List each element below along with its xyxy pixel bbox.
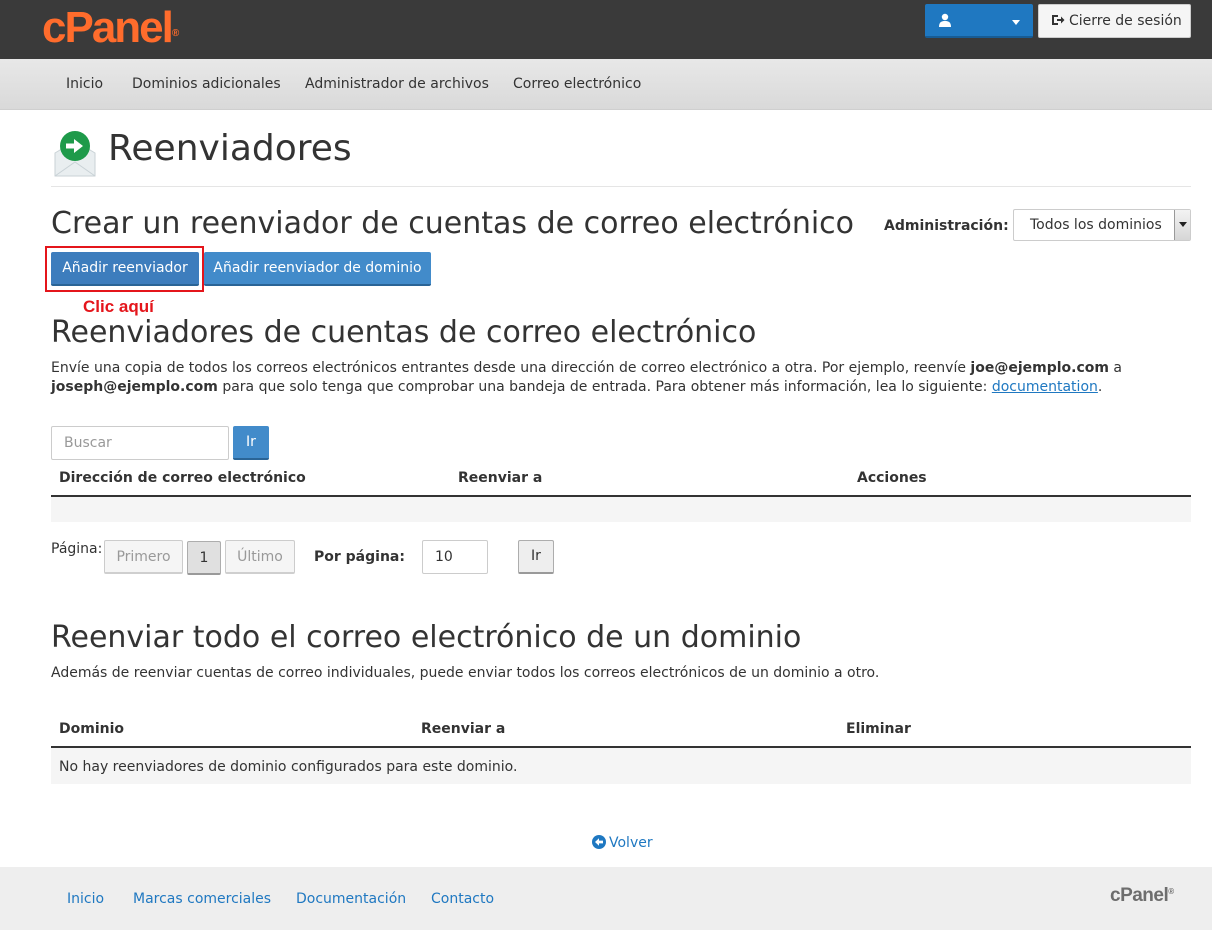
back-link[interactable]: Volver bbox=[592, 835, 653, 851]
last-page-button[interactable]: Último bbox=[225, 540, 295, 574]
logout-icon bbox=[1052, 15, 1065, 25]
add-forwarder-button[interactable]: Añadir reenviador bbox=[51, 252, 199, 286]
add-domain-forwarder-button[interactable]: Añadir reenviador de dominio bbox=[204, 252, 431, 286]
column-header-actions: Acciones bbox=[857, 470, 927, 486]
column-header-domain-forward-to[interactable]: Reenviar a bbox=[421, 721, 505, 737]
documentation-link[interactable]: documentation bbox=[992, 379, 1098, 395]
footer: Inicio Marcas comerciales Documentación … bbox=[0, 867, 1212, 930]
footer-logo-mark: ® bbox=[1168, 887, 1174, 896]
footer-link-marcas[interactable]: Marcas comerciales bbox=[133, 891, 271, 907]
desc-text-3: para que solo tenga que comprobar una ba… bbox=[217, 379, 992, 395]
nav-item-correo-electronico[interactable]: Correo electrónico bbox=[513, 76, 641, 92]
nav-item-inicio[interactable]: Inicio bbox=[66, 76, 103, 92]
column-header-forward-to[interactable]: Reenviar a bbox=[458, 470, 542, 486]
column-header-email[interactable]: Dirección de correo electrónico bbox=[59, 470, 306, 486]
domain-forwarders-heading: Reenviar todo el correo electrónico de u… bbox=[51, 620, 802, 655]
footer-link-documentacion[interactable]: Documentación bbox=[296, 891, 406, 907]
current-page-button[interactable]: 1 bbox=[187, 541, 221, 575]
page-title: Reenviadores bbox=[108, 128, 352, 169]
empty-domain-forwarders-message: No hay reenviadores de dominio configura… bbox=[59, 759, 518, 775]
desc-email-1: joe@ejemplo.com bbox=[970, 360, 1109, 376]
back-label: Volver bbox=[609, 835, 653, 851]
account-forwarders-description: Envíe una copia de todos los correos ele… bbox=[51, 359, 1191, 397]
title-divider bbox=[51, 186, 1191, 187]
table-row bbox=[51, 497, 1191, 522]
footer-cpanel-logo: cPanel® bbox=[1110, 885, 1174, 907]
logo-mark: ® bbox=[171, 28, 180, 39]
column-header-delete: Eliminar bbox=[846, 721, 911, 737]
column-header-domain[interactable]: Dominio bbox=[59, 721, 124, 737]
page-label: Página: bbox=[51, 541, 103, 557]
desc-end: . bbox=[1097, 379, 1103, 395]
account-forwarders-heading: Reenviadores de cuentas de correo electr… bbox=[51, 315, 757, 350]
user-icon bbox=[939, 13, 951, 27]
logout-label: Cierre de sesión bbox=[1069, 13, 1182, 29]
nav-item-dominios-adicionales[interactable]: Dominios adicionales bbox=[132, 76, 281, 92]
cpanel-logo[interactable]: cPanel® bbox=[42, 2, 179, 54]
search-go-button[interactable]: Ir bbox=[233, 426, 269, 460]
footer-link-inicio[interactable]: Inicio bbox=[67, 891, 104, 907]
logo-text: cPanel bbox=[42, 3, 174, 52]
main-nav: Inicio Dominios adicionales Administrado… bbox=[0, 59, 1212, 110]
forwarder-envelope-icon bbox=[54, 131, 96, 177]
logout-button[interactable]: Cierre de sesión bbox=[1038, 4, 1191, 38]
nav-item-administrador-archivos[interactable]: Administrador de archivos bbox=[305, 76, 489, 92]
admin-selected-value: Todos los dominios bbox=[1030, 217, 1162, 233]
select-arrow-icon bbox=[1174, 210, 1190, 240]
user-menu-button[interactable] bbox=[925, 4, 1033, 38]
admin-label: Administración: bbox=[884, 218, 1009, 234]
footer-link-contacto[interactable]: Contacto bbox=[431, 891, 494, 907]
per-page-input[interactable]: 10 bbox=[422, 540, 488, 574]
per-page-go-button[interactable]: Ir bbox=[518, 540, 554, 574]
search-input[interactable]: Buscar bbox=[51, 426, 229, 460]
desc-text-1: Envíe una copia de todos los correos ele… bbox=[51, 360, 971, 376]
admin-domain-select[interactable]: Todos los dominios bbox=[1013, 209, 1191, 241]
domain-forwarders-description: Además de reenviar cuentas de correo ind… bbox=[51, 665, 880, 681]
per-page-label: Por página: bbox=[314, 549, 405, 565]
click-here-annotation: Clic aquí bbox=[83, 297, 154, 316]
desc-text-2: a bbox=[1108, 360, 1122, 376]
desc-email-2: joseph@ejemplo.com bbox=[51, 379, 218, 395]
create-forwarder-heading: Crear un reenviador de cuentas de correo… bbox=[51, 206, 855, 241]
footer-logo-text: cPanel bbox=[1110, 885, 1169, 906]
first-page-button[interactable]: Primero bbox=[104, 540, 183, 574]
top-bar: cPanel® Cierre de sesión bbox=[0, 0, 1212, 59]
chevron-down-icon bbox=[1012, 20, 1020, 25]
back-arrow-icon bbox=[592, 835, 606, 849]
